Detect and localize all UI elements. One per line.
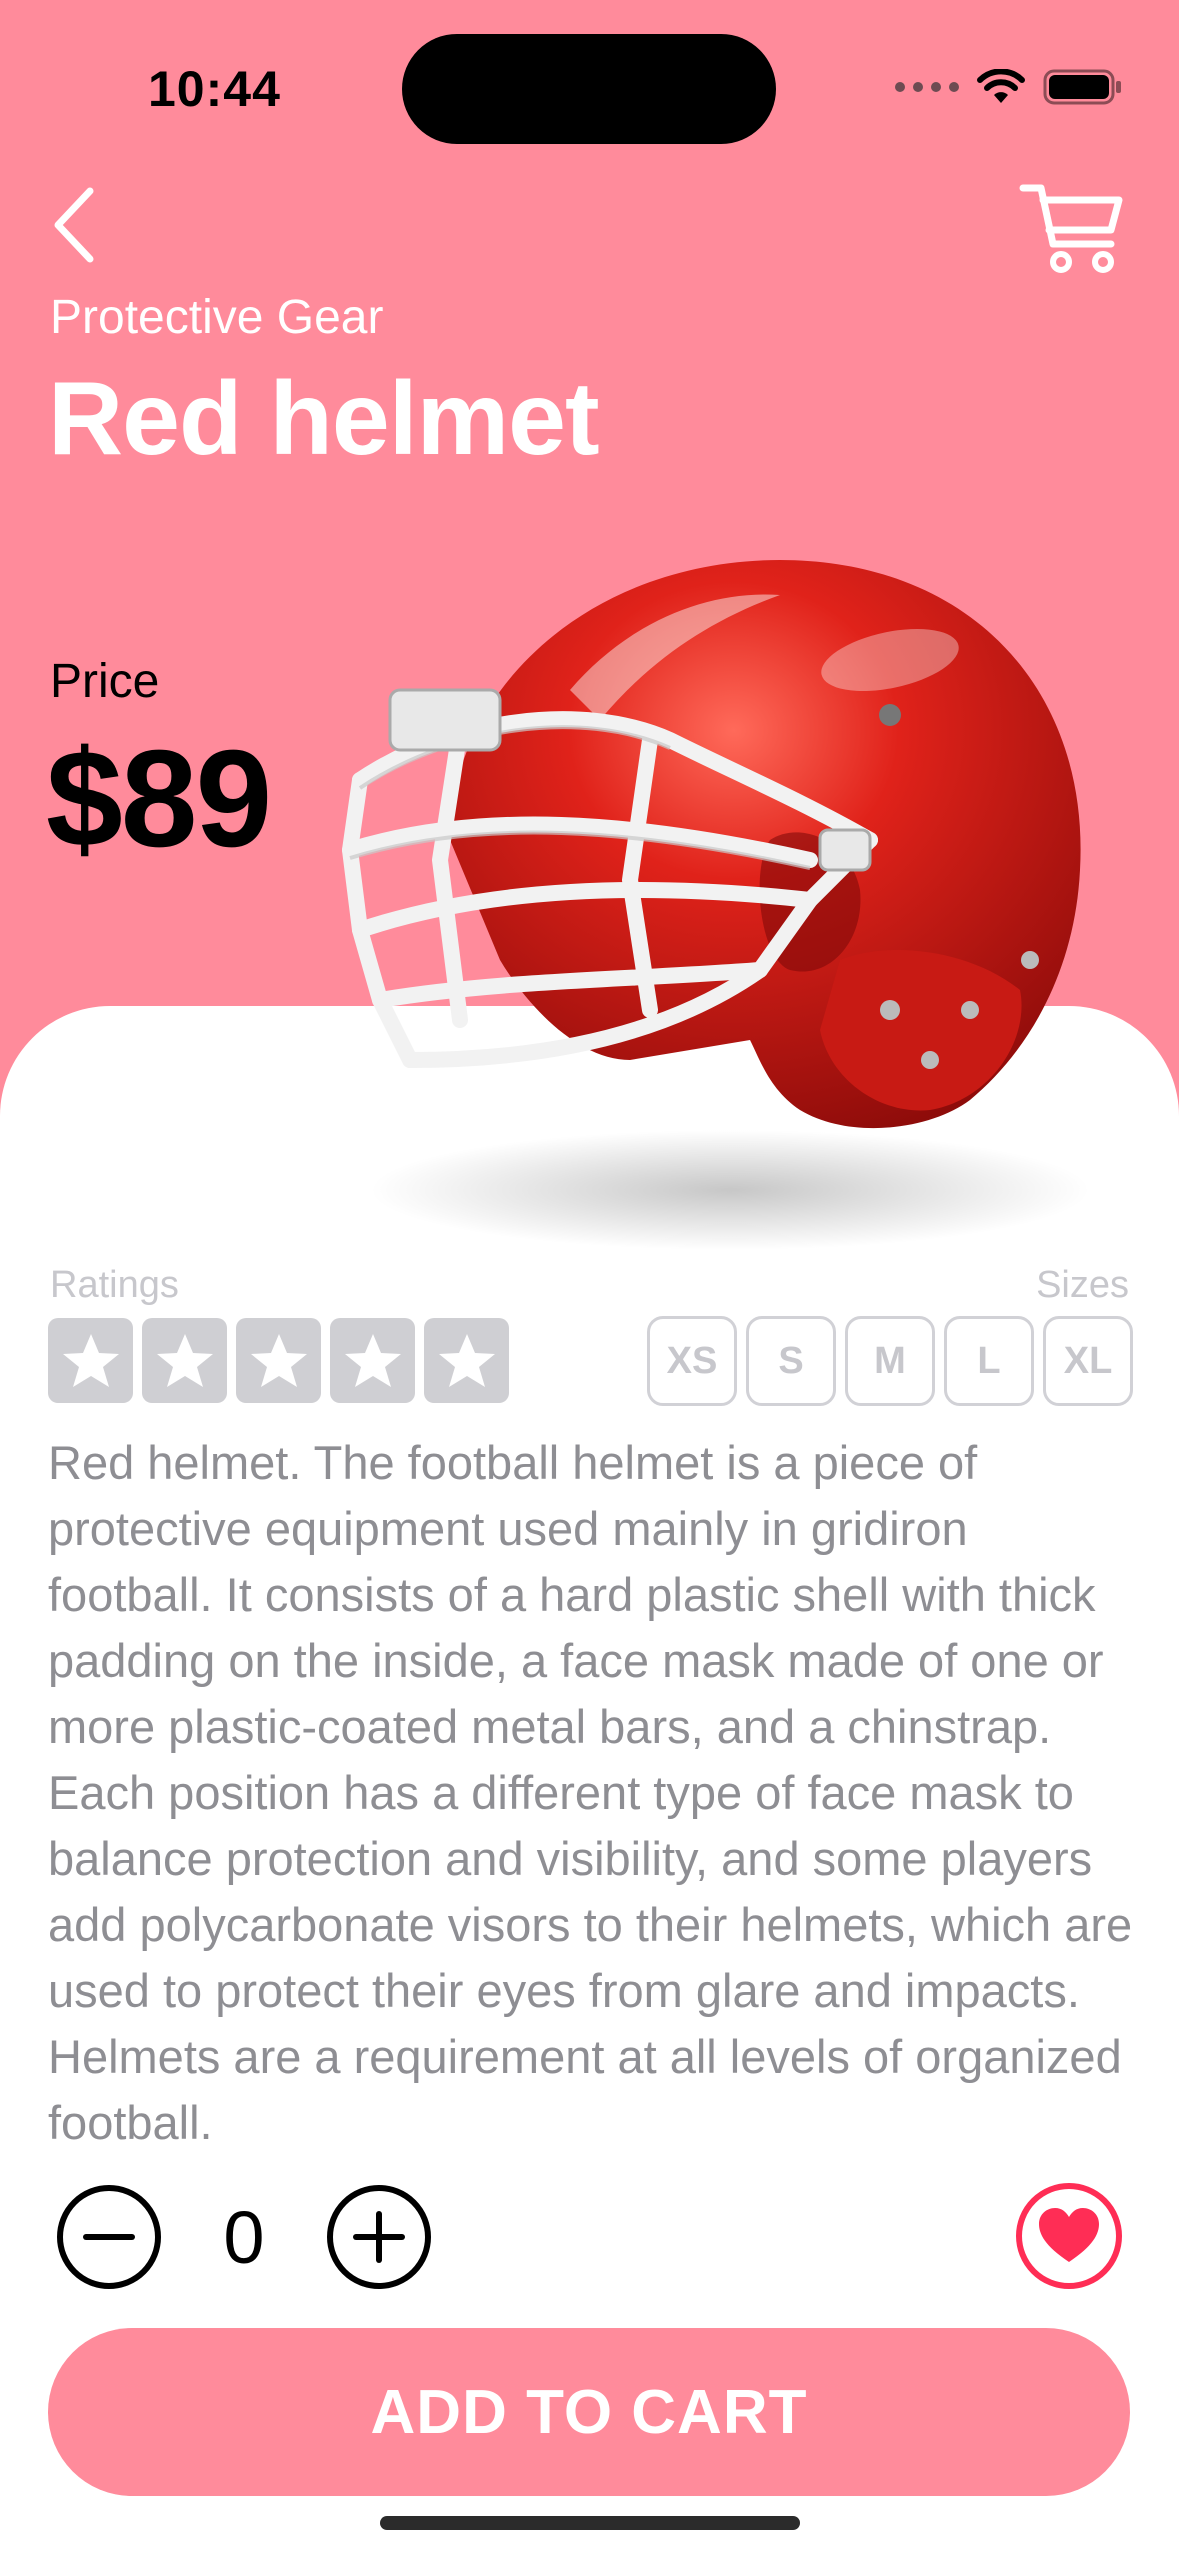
battery-icon bbox=[1043, 69, 1121, 105]
decrement-button[interactable] bbox=[56, 2184, 162, 2290]
add-to-cart-button[interactable]: ADD TO CART bbox=[48, 2328, 1130, 2496]
rating-star-4[interactable] bbox=[330, 1318, 415, 1403]
cellular-signal-icon bbox=[895, 82, 959, 92]
product-description: Red helmet. The football helmet is a pie… bbox=[48, 1436, 1133, 2140]
cart-button[interactable] bbox=[1017, 178, 1127, 278]
size-option-xs[interactable]: XS bbox=[647, 1316, 737, 1406]
favorite-button[interactable] bbox=[1015, 2182, 1123, 2290]
helmet-image bbox=[342, 560, 1090, 1250]
size-selector[interactable]: XS S M L XL bbox=[647, 1316, 1133, 1406]
size-option-l[interactable]: L bbox=[944, 1316, 1034, 1406]
product-title: Red helmet bbox=[48, 361, 600, 477]
sizes-label: Sizes bbox=[1036, 1264, 1129, 1306]
chevron-left-icon bbox=[54, 187, 94, 263]
product-category: Protective Gear bbox=[50, 291, 384, 344]
size-option-m[interactable]: M bbox=[845, 1316, 935, 1406]
status-icons bbox=[895, 64, 1123, 110]
home-indicator[interactable] bbox=[380, 2516, 800, 2530]
size-option-s[interactable]: S bbox=[746, 1316, 836, 1406]
increment-button[interactable] bbox=[326, 2184, 432, 2290]
rating-stars[interactable] bbox=[48, 1318, 509, 1403]
price-value: $89 bbox=[46, 722, 272, 876]
quantity-value: 0 bbox=[223, 2195, 265, 2279]
heart-icon bbox=[1039, 2208, 1099, 2262]
back-button[interactable] bbox=[44, 180, 104, 270]
star-icon bbox=[250, 1333, 307, 1387]
rating-star-1[interactable] bbox=[48, 1318, 133, 1403]
size-option-xl[interactable]: XL bbox=[1043, 1316, 1133, 1406]
cart-icon bbox=[1019, 184, 1123, 273]
rating-star-5[interactable] bbox=[424, 1318, 509, 1403]
description-scroll[interactable]: Red helmet. The football helmet is a pie… bbox=[48, 1430, 1138, 2140]
ratings-label: Ratings bbox=[50, 1264, 179, 1306]
star-icon bbox=[156, 1333, 213, 1387]
quantity-stepper: 0 bbox=[56, 2184, 432, 2290]
wifi-icon bbox=[977, 69, 1025, 103]
rating-star-3[interactable] bbox=[236, 1318, 321, 1403]
rating-star-2[interactable] bbox=[142, 1318, 227, 1403]
star-icon bbox=[438, 1333, 495, 1387]
star-icon bbox=[62, 1333, 119, 1387]
dynamic-island bbox=[402, 34, 776, 144]
star-icon bbox=[344, 1333, 401, 1387]
status-time: 10:44 bbox=[148, 61, 281, 117]
price-label: Price bbox=[50, 655, 160, 708]
